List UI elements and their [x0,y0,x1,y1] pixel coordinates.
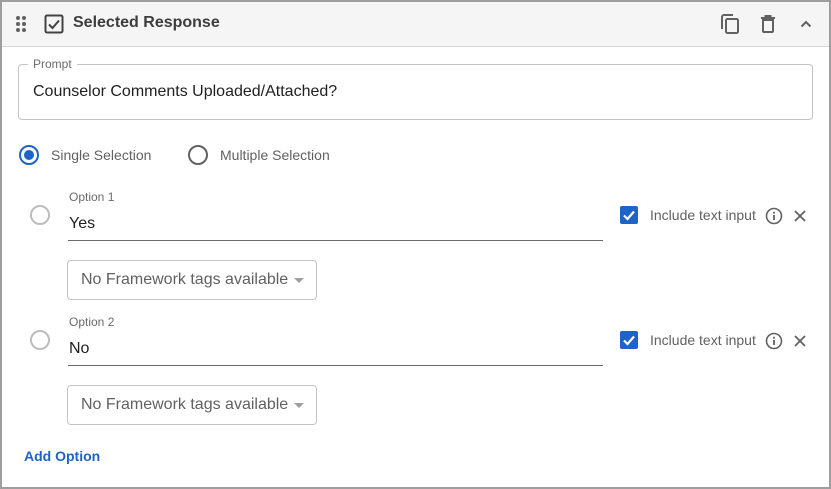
option-2-include-text-checkbox[interactable] [620,331,638,349]
caret-down-icon [294,278,304,283]
close-icon[interactable] [792,333,808,349]
checkbox-icon [44,14,64,34]
radio-unselected-icon[interactable] [188,145,208,165]
copy-icon [721,14,739,34]
card-title: Selected Response [73,14,220,31]
prompt-value[interactable]: Counselor Comments Uploaded/Attached? [33,83,337,101]
option-1-include-text-label: Include text input [650,207,756,223]
delete-button[interactable] [757,13,779,35]
checkmark-icon [623,335,635,346]
checkmark-icon [623,210,635,221]
option-1-include-text-checkbox[interactable] [620,206,638,224]
info-icon[interactable] [765,207,783,225]
caret-down-icon [294,403,304,408]
framework-tags-value: No Framework tags available [81,396,289,413]
option-1-input[interactable]: Yes [68,209,603,241]
info-icon[interactable] [765,332,783,350]
copy-button[interactable] [719,13,741,35]
single-selection-radio[interactable]: Single Selection [19,145,151,165]
selected-response-card: Selected Response Prompt Counselor Comme… [0,0,831,489]
multiple-selection-label: Multiple Selection [220,147,330,163]
option-2-input[interactable]: No [68,334,603,366]
close-icon[interactable] [792,208,808,224]
radio-selected-icon[interactable] [19,145,39,165]
framework-tags-value: No Framework tags available [81,271,289,288]
option-2-include-text-label: Include text input [650,332,756,348]
collapse-button[interactable] [795,13,817,35]
prompt-label: Prompt [28,57,77,71]
option-1-label: Option 1 [69,190,115,204]
multiple-selection-radio[interactable]: Multiple Selection [188,145,330,165]
option-2-framework-tags-select[interactable]: No Framework tags available [67,385,317,425]
option-1-framework-tags-select[interactable]: No Framework tags available [67,260,317,300]
option-1-radio[interactable] [30,205,50,225]
option-2-radio[interactable] [30,330,50,350]
delete-icon [761,15,775,33]
option-2-label: Option 2 [69,315,115,329]
card-header: Selected Response [2,2,829,47]
single-selection-label: Single Selection [51,147,152,163]
prompt-field[interactable]: Prompt Counselor Comments Uploaded/Attac… [18,57,813,120]
drag-handle-icon[interactable] [15,15,27,33]
add-option-button[interactable]: Add Option [24,448,100,464]
chevron-up-icon [800,20,812,28]
